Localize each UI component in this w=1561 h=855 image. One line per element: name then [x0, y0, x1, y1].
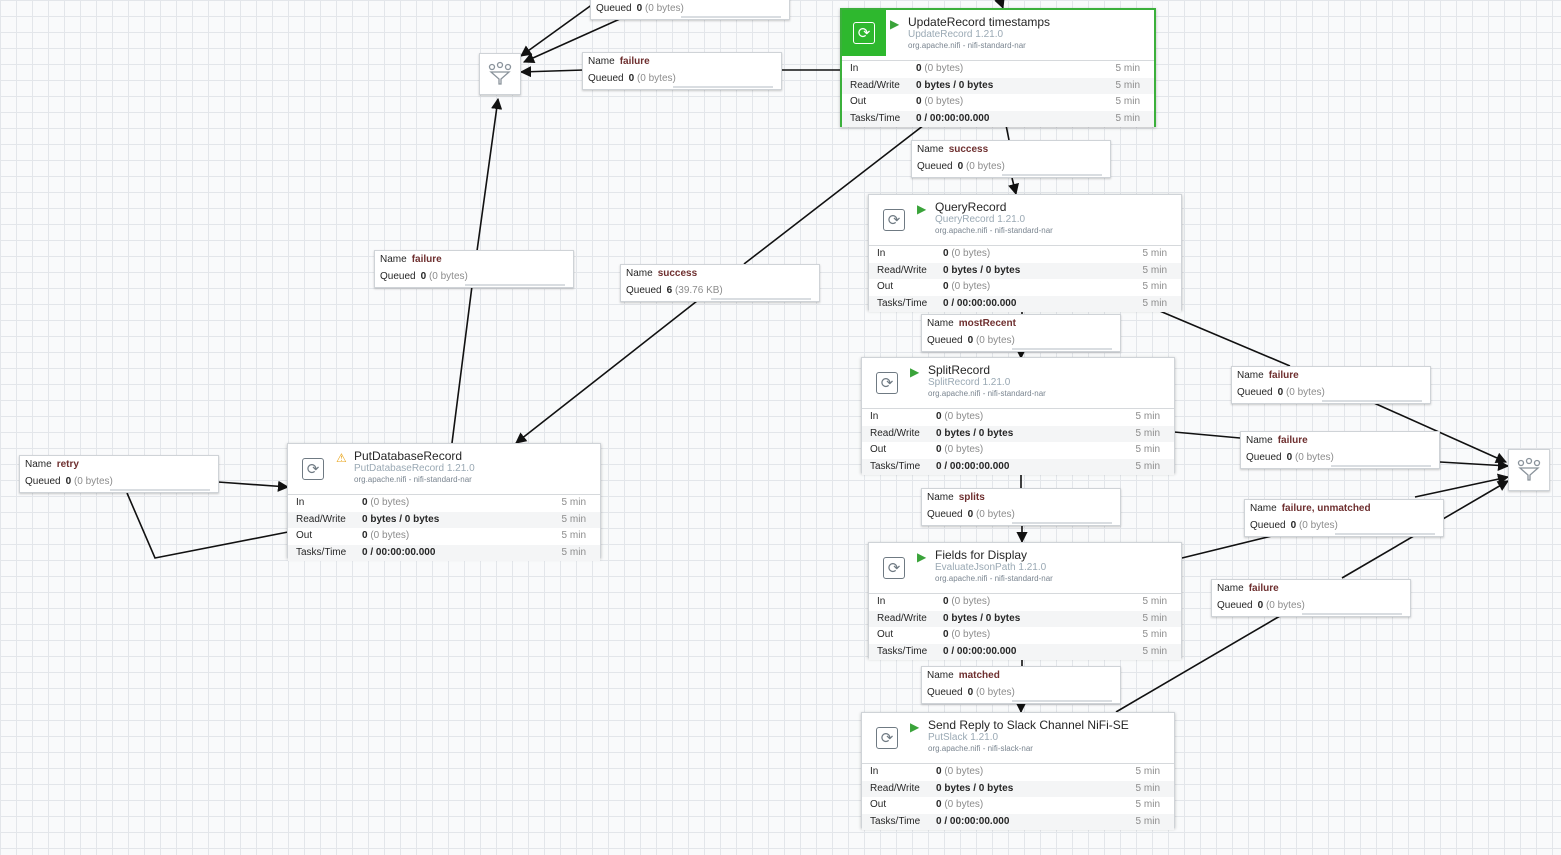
processor-refresh-icon: ⟳	[875, 549, 913, 587]
running-icon: ▶	[917, 550, 927, 564]
running-icon: ▶	[917, 202, 927, 216]
processor-bundle: org.apache.nifi - nifi-standard-nar	[928, 389, 1046, 398]
running-icon: ▶	[910, 365, 920, 379]
funnel-icon	[1517, 457, 1541, 481]
stat-in: In 0 (0 bytes) 5 min	[870, 766, 1160, 777]
processor-bundle: org.apache.nifi - nifi-standard-nar	[935, 574, 1053, 583]
funnel-icon	[488, 61, 512, 85]
connection-splits[interactable]: Name splits Queued 0 (0 bytes)	[921, 488, 1121, 526]
processor-type: SplitRecord 1.21.0	[928, 377, 1011, 388]
stat-tasks: Tasks/Time 0 / 00:00:00.000 5 min	[862, 458, 1174, 475]
wire-top-to-left-funnel-a	[520, 3, 594, 57]
stat-readwrite: Read/Write 0 bytes / 0 bytes 5 min	[862, 425, 1174, 442]
wire-incoming-top	[994, 0, 1005, 10]
connection-split-failure[interactable]: Name failure Queued 0 (0 bytes)	[1240, 431, 1440, 469]
processor-name: UpdateRecord timestamps	[908, 15, 1051, 29]
stat-readwrite: Read/Write 0 bytes / 0 bytes 5 min	[842, 77, 1154, 94]
stat-tasks: Tasks/Time 0 / 00:00:00.000 5 min	[869, 643, 1181, 660]
processor-refresh-icon: ⟳	[868, 364, 906, 402]
funnel-right[interactable]	[1508, 449, 1550, 491]
processor-type: UpdateRecord 1.21.0	[908, 29, 1004, 40]
stat-in: In 0 (0 bytes) 5 min	[870, 411, 1160, 422]
processor-splitrecord[interactable]: ⟳ ▶ SplitRecord SplitRecord 1.21.0 org.a…	[861, 357, 1175, 475]
stat-out: Out 0 (0 bytes) 5 min	[850, 96, 1140, 107]
processor-refresh-icon: ⟳	[294, 450, 332, 488]
connection-retry[interactable]: Name retry Queued 0 (0 bytes)	[19, 455, 219, 493]
running-icon: ▶	[890, 17, 900, 31]
wire-retry	[217, 480, 290, 492]
stat-out: Out 0 (0 bytes) 5 min	[296, 530, 586, 541]
connection-update-success[interactable]: Name success Queued 0 (0 bytes)	[911, 140, 1111, 178]
processor-name: Fields for Display	[935, 548, 1028, 562]
connection-matched[interactable]: Name matched Queued 0 (0 bytes)	[921, 666, 1121, 704]
processor-name: SplitRecord	[928, 363, 991, 377]
stat-readwrite: Read/Write 0 bytes / 0 bytes 5 min	[869, 262, 1181, 279]
stat-readwrite: Read/Write 0 bytes / 0 bytes 5 min	[862, 780, 1174, 797]
processor-refresh-icon: ⟳	[875, 201, 913, 239]
connection-update-failure[interactable]: Name failure Queued 0 (0 bytes)	[582, 52, 782, 90]
stat-in: In 0 (0 bytes) 5 min	[296, 497, 586, 508]
processor-queryrecord[interactable]: ⟳ ▶ QueryRecord QueryRecord 1.21.0 org.a…	[868, 194, 1182, 312]
connection-lines	[126, 0, 1561, 855]
processor-send-reply-slack[interactable]: ⟳ ▶ Send Reply to Slack Channel NiFi-SE …	[861, 712, 1175, 830]
warning-icon[interactable]: ⚠	[336, 451, 347, 465]
processor-bundle: org.apache.nifi - nifi-standard-nar	[935, 226, 1053, 235]
stat-tasks: Tasks/Time 0 / 00:00:00.000 5 min	[288, 544, 600, 561]
stat-tasks: Tasks/Time 0 / 00:00:00.000 5 min	[869, 295, 1181, 312]
processor-bundle: org.apache.nifi - nifi-slack-nar	[928, 744, 1033, 753]
stat-readwrite: Read/Write 0 bytes / 0 bytes 5 min	[288, 511, 600, 528]
stat-tasks: Tasks/Time 0 / 00:00:00.000 5 min	[862, 813, 1174, 830]
stat-readwrite: Read/Write 0 bytes / 0 bytes 5 min	[869, 610, 1181, 627]
stat-in: In 0 (0 bytes) 5 min	[877, 248, 1167, 259]
stat-out: Out 0 (0 bytes) 5 min	[870, 799, 1160, 810]
processor-type: PutDatabaseRecord 1.21.0	[354, 463, 475, 474]
connection-success-queued[interactable]: Name success Queued 6 (39.76 KB)	[620, 264, 820, 302]
processor-refresh-icon: ⟳	[868, 719, 906, 757]
processor-bundle: org.apache.nifi - nifi-standard-nar	[354, 475, 472, 484]
connection-put-failure[interactable]: Name failure Queued 0 (0 bytes)	[374, 250, 574, 288]
connection-slack-failure[interactable]: Name failure Queued 0 (0 bytes)	[1211, 579, 1411, 617]
processor-type: EvaluateJsonPath 1.21.0	[935, 562, 1047, 573]
processor-bundle: org.apache.nifi - nifi-standard-nar	[908, 41, 1026, 50]
connection-mostrecent[interactable]: Name mostRecent Queued 0 (0 bytes)	[921, 314, 1121, 352]
stat-in: In 0 (0 bytes) 5 min	[877, 596, 1167, 607]
processor-type: QueryRecord 1.21.0	[935, 214, 1026, 225]
processor-refresh-icon: ⟳	[842, 10, 886, 56]
processor-putdatabaserecord[interactable]: ⟳ ⚠ PutDatabaseRecord PutDatabaseRecord …	[287, 443, 601, 561]
processor-name: Send Reply to Slack Channel NiFi-SE	[928, 718, 1129, 732]
running-icon: ▶	[910, 720, 920, 734]
processor-type: PutSlack 1.21.0	[928, 732, 999, 743]
processor-updaterecord[interactable]: ⟳ ▶ UpdateRecord timestamps UpdateRecord…	[840, 8, 1156, 127]
stat-in: In 0 (0 bytes) 5 min	[850, 63, 1140, 74]
processor-name: QueryRecord	[935, 200, 1007, 214]
stat-out: Out 0 (0 bytes) 5 min	[877, 281, 1167, 292]
connection-query-failure[interactable]: Name failure Queued 0 (0 bytes)	[1231, 366, 1431, 404]
stat-out: Out 0 (0 bytes) 5 min	[870, 444, 1160, 455]
connection-eval-failure-unmatched[interactable]: Name failure, unmatched Queued 0 (0 bytes)	[1244, 499, 1444, 537]
wire-retry-loop	[126, 492, 289, 559]
connection-queue-top[interactable]: Queued 0 (0 bytes)	[590, 0, 790, 20]
processor-name: PutDatabaseRecord	[354, 449, 463, 463]
stat-tasks: Tasks/Time 0 / 00:00:00.000 5 min	[842, 110, 1154, 127]
processor-fields-for-display[interactable]: ⟳ ▶ Fields for Display EvaluateJsonPath …	[868, 542, 1182, 660]
stat-out: Out 0 (0 bytes) 5 min	[877, 629, 1167, 640]
funnel-left[interactable]	[479, 53, 521, 95]
